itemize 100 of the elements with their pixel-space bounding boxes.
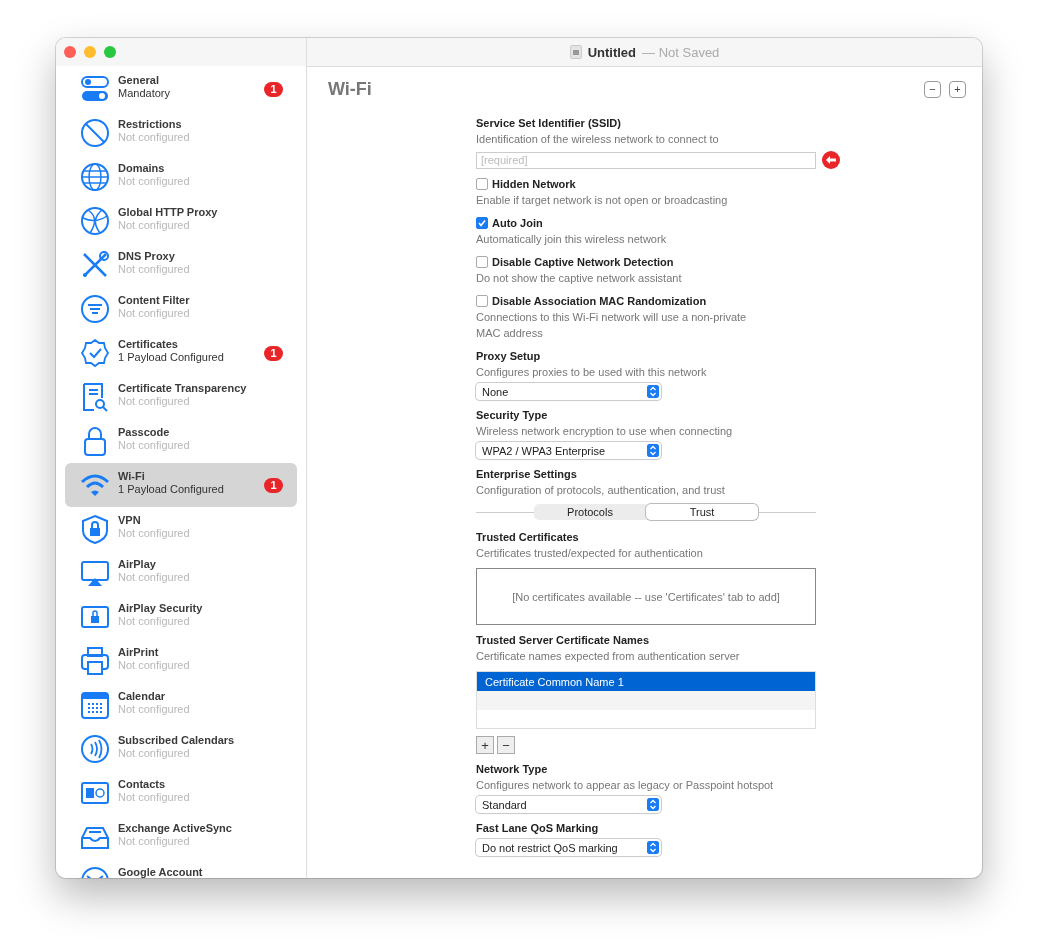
checkbox[interactable] [476,217,488,229]
checkbox[interactable] [476,295,488,307]
item-title: AirPrint [118,646,160,658]
item-status: Not configured [118,175,191,187]
item-title: Domains [118,162,166,174]
field-description: Configures proxies to be used with this network [476,365,708,380]
list-button[interactable]: − [497,736,515,754]
stepper-icon [647,798,659,811]
sidebar-item[interactable]: Google Account [65,859,297,878]
sidebar-item[interactable]: Wi-Fi 1 Payload Configured 1 [65,463,297,507]
sidebar-item[interactable]: Passcode Not configured [65,419,297,463]
checkbox[interactable] [476,256,488,268]
item-status: Not configured [118,703,191,715]
sidebar-item[interactable]: AirPlay Not configured [65,551,297,595]
sidebar-item[interactable]: Calendar Not configured [65,683,297,727]
popup-menu[interactable]: Standard [476,796,661,813]
sidebar-item[interactable]: Global HTTP Proxy Not configured [65,199,297,243]
screen-icon [80,558,110,588]
field-label: Trusted Server Certificate Names [476,633,651,648]
item-title: AirPlay Security [118,602,204,614]
field-description: Automatically join this wireless network [476,232,668,247]
header-button[interactable]: − [924,80,941,98]
item-title: VPN [118,514,142,526]
item-status: 1 Payload Configured [118,483,225,495]
stepper-icon [647,841,659,854]
globe-icon [80,206,110,236]
item-status: Not configured [118,791,191,803]
item-title: Certificate Transparency [118,382,248,394]
item-title: Contacts [118,778,167,790]
field-description: Wireless network encryption to use when connecting [476,424,734,439]
checkbox[interactable] [476,178,488,190]
segment-tab[interactable]: Protocols [534,504,646,520]
popup-menu[interactable]: None [476,383,661,400]
item-status: Not configured [118,439,191,451]
field-label: Service Set Identifier (SSID) [476,116,622,131]
sidebar-item[interactable]: DNS Proxy Not configured [65,243,297,287]
item-status: Not configured [118,835,191,847]
item-status: Not configured [118,747,191,759]
item-status: Not configured [118,263,191,275]
field-description: Connections to this Wi-Fi network will use a non-private MAC address [476,310,748,341]
popup-menu[interactable]: Do not restrict QoS marking [476,839,661,856]
stepper-icon [647,444,659,457]
sidebar-item[interactable]: Domains Not configured [65,155,297,199]
sidebar-item[interactable]: Certificates 1 Payload Configured 1 [65,331,297,375]
field-description: Configures network to appear as legacy or Passpoint hotspot [476,778,775,793]
shield-lock-icon [80,514,110,544]
calendar-icon [80,690,110,720]
field-label: Auto Join [492,216,543,231]
item-status: 1 Payload Configured [118,351,225,363]
item-title: Exchange ActiveSync [118,822,233,834]
list-button[interactable]: + [476,736,494,754]
item-status: Not configured [118,571,191,583]
sidebar-item[interactable]: Certificate Transparency Not configured [65,375,297,419]
field-label: Disable Association MAC Randomization [492,294,707,309]
empty-message: [No certificates available -- use 'Certificates' tab to add] [512,590,780,603]
text-field[interactable]: [required] [476,151,816,169]
item-title: General [118,74,160,86]
globe-icon [80,162,110,192]
sidebar-item[interactable]: General Mandatory 1 [65,67,297,111]
count-badge: 1 [264,81,283,97]
item-status: Not configured [118,615,191,627]
sidebar-item[interactable]: Subscribed Calendars Not configured [65,727,297,771]
field-label: Enterprise Settings [476,467,578,482]
item-title: Calendar [118,690,167,702]
item-status: Not configured [118,131,191,143]
item-title: Restrictions [118,118,183,130]
item-title: Google Account [118,866,204,878]
item-title: Global HTTP Proxy [118,206,219,218]
sidebar-item[interactable]: VPN Not configured [65,507,297,551]
item-title: Passcode [118,426,171,438]
sidebar-item[interactable]: Contacts Not configured [65,771,297,815]
broadcast-icon [80,734,110,764]
sidebar-item[interactable]: Content Filter Not configured [65,287,297,331]
sidebar-item[interactable]: Exchange ActiveSync Not configured [65,815,297,859]
header-button[interactable]: + [949,80,966,98]
list-row[interactable]: Certificate Common Name 1 [477,672,815,691]
save-status: — Not Saved [642,44,720,60]
item-status: Mandatory [118,87,171,99]
item-status: Not configured [118,527,191,539]
stepper-icon [647,385,659,398]
sidebar-item[interactable]: AirPrint Not configured [65,639,297,683]
field-description: Do not show the captive network assistant [476,271,683,286]
badge-check-icon [80,338,110,368]
field-label: Proxy Setup [476,349,542,364]
item-status: Not configured [118,659,191,671]
zoom-button[interactable] [104,46,116,58]
field-label: Hidden Network [492,177,576,192]
toggles-icon [80,74,110,104]
field-description: Certificate names expected from authentication server [476,649,741,664]
sidebar-item[interactable]: AirPlay Security Not configured [65,595,297,639]
close-button[interactable] [64,46,76,58]
field-description: Certificates trusted/expected for authentication [476,546,704,561]
tools-icon [80,250,110,280]
minimize-button[interactable] [84,46,96,58]
segment-tab[interactable]: Trust [646,504,758,520]
sidebar-item[interactable]: Restrictions Not configured [65,111,297,155]
popup-menu[interactable]: WPA2 / WPA3 Enterprise [476,442,661,459]
filter-icon [80,294,110,324]
document-icon [569,45,582,59]
item-status: Not configured [118,395,191,407]
